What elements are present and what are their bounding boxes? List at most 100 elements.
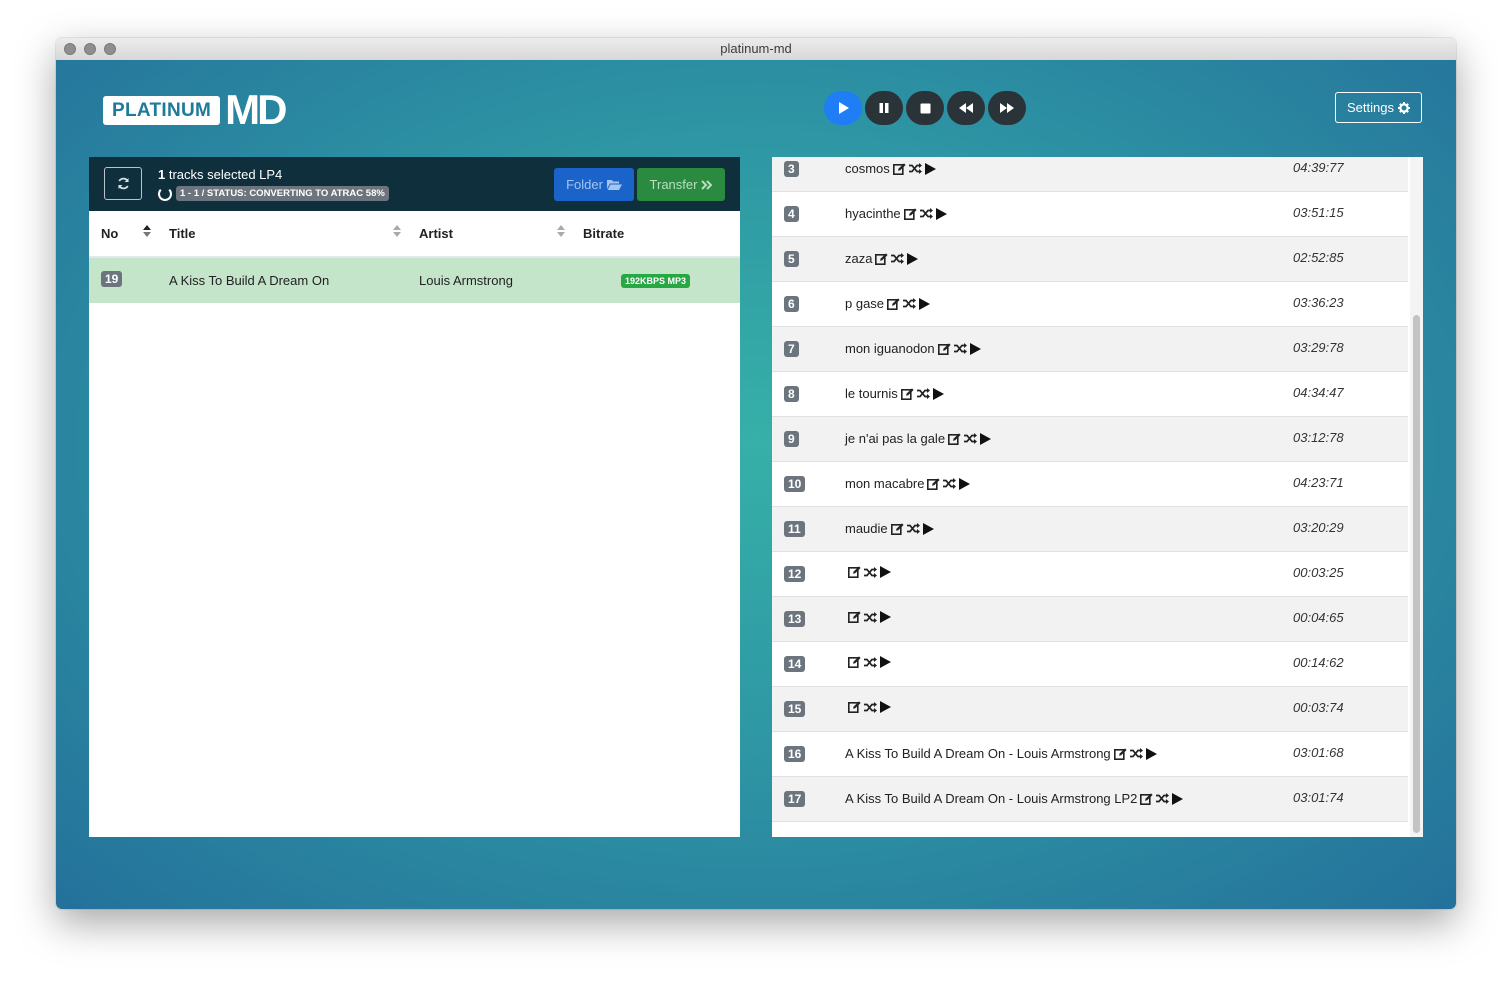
edit-icon[interactable] (848, 656, 861, 668)
sort-icon[interactable] (393, 225, 401, 237)
track-row[interactable]: 3 cosmos 04:39:77 (772, 157, 1408, 192)
play-track-icon[interactable] (924, 162, 936, 175)
track-artist: Louis Armstrong (419, 273, 513, 288)
column-no[interactable]: No (101, 226, 118, 241)
play-track-icon[interactable] (880, 656, 891, 668)
edit-icon[interactable] (900, 387, 914, 400)
play-track-icon[interactable] (1172, 792, 1184, 805)
fast-forward-button[interactable] (988, 91, 1026, 125)
track-row[interactable]: 9 je n'ai pas la gale 03:12:78 (772, 417, 1408, 462)
track-number-badge: 13 (784, 611, 806, 627)
track-row[interactable]: 12 00:03:25 (772, 552, 1408, 597)
shuffle-icon[interactable] (903, 298, 917, 309)
track-row[interactable]: 16 A Kiss To Build A Dream On - Louis Arm… (772, 732, 1408, 777)
track-row[interactable]: 11 maudie 03:20:29 (772, 507, 1408, 552)
shuffle-icon[interactable] (953, 343, 967, 354)
refresh-button[interactable] (104, 167, 142, 200)
track-title: A Kiss To Build A Dream On - Louis Armst… (845, 746, 1111, 761)
shuffle-icon[interactable] (908, 163, 922, 174)
shuffle-icon[interactable] (906, 523, 920, 534)
track-number-badge: 12 (784, 566, 806, 582)
track-duration: 03:51:15 (1293, 205, 1344, 220)
scrollbar-thumb[interactable] (1413, 315, 1420, 833)
shuffle-icon[interactable] (943, 478, 957, 489)
play-track-icon[interactable] (907, 252, 919, 265)
play-track-icon[interactable] (922, 522, 934, 535)
column-title[interactable]: Title (169, 226, 196, 241)
track-actions (875, 252, 919, 265)
folder-button[interactable]: Folder (554, 168, 634, 201)
edit-icon[interactable] (887, 297, 900, 310)
conversion-status: 1 - 1 / STATUS: CONVERTING TO ATRAC 58% (158, 186, 389, 201)
play-track-icon[interactable] (880, 701, 891, 713)
shuffle-icon[interactable] (891, 253, 905, 264)
shuffle-icon[interactable] (864, 701, 877, 713)
stop-button[interactable] (906, 91, 944, 125)
play-track-icon[interactable] (980, 432, 992, 445)
edit-icon[interactable] (937, 342, 951, 355)
edit-icon[interactable] (848, 566, 861, 578)
shuffle-icon[interactable] (1156, 793, 1170, 804)
edit-icon[interactable] (927, 477, 941, 490)
track-actions (1140, 792, 1184, 805)
edit-icon[interactable] (903, 207, 917, 220)
play-track-icon[interactable] (880, 566, 891, 578)
app-content: PLATINUM MD Settings 1 tracks selected L… (56, 60, 1456, 909)
play-track-icon[interactable] (1145, 747, 1157, 760)
table-row[interactable]: 19 A Kiss To Build A Dream On Louis Arms… (89, 258, 740, 303)
edit-icon[interactable] (948, 432, 961, 445)
sort-asc-icon[interactable] (143, 225, 151, 237)
track-title: je n'ai pas la gale (845, 431, 946, 446)
track-actions (848, 701, 891, 713)
track-row[interactable]: 6 p gase 03:36:23 (772, 282, 1408, 327)
edit-icon[interactable] (1113, 747, 1127, 760)
edit-icon[interactable] (848, 611, 861, 623)
sort-icon[interactable] (557, 225, 565, 237)
shuffle-icon[interactable] (864, 656, 877, 668)
track-row[interactable]: 5 zaza 02:52:85 (772, 237, 1408, 282)
transfer-label: Transfer (649, 177, 698, 192)
track-row[interactable]: 7 mon iguanodon 03:29:78 (772, 327, 1408, 372)
play-track-icon[interactable] (959, 477, 971, 490)
shuffle-icon[interactable] (916, 388, 930, 399)
play-button[interactable] (824, 91, 862, 125)
column-artist[interactable]: Artist (419, 226, 453, 241)
settings-button[interactable]: Settings (1335, 92, 1422, 123)
shuffle-icon[interactable] (864, 611, 877, 623)
gear-icon (1397, 101, 1410, 114)
track-row[interactable]: 4 hyacinthe 03:51:15 (772, 192, 1408, 237)
conversion-toolbar: 1 tracks selected LP4 1 - 1 / STATUS: CO… (89, 157, 740, 211)
track-row[interactable]: 13 00:04:65 (772, 597, 1408, 642)
play-track-icon[interactable] (919, 297, 931, 310)
track-row[interactable]: 17 A Kiss To Build A Dream On - Louis Arm… (772, 777, 1408, 822)
play-track-icon[interactable] (932, 387, 944, 400)
track-row[interactable]: 8 le tournis 04:34:47 (772, 372, 1408, 417)
shuffle-icon[interactable] (1129, 748, 1143, 759)
play-track-icon[interactable] (935, 207, 947, 220)
edit-icon[interactable] (848, 701, 861, 713)
scrollbar[interactable] (1410, 157, 1423, 837)
shuffle-icon[interactable] (864, 566, 877, 578)
shuffle-icon[interactable] (919, 208, 933, 219)
edit-icon[interactable] (1140, 792, 1154, 805)
edit-icon[interactable] (875, 252, 889, 265)
track-actions (887, 297, 931, 310)
transfer-button[interactable]: Transfer (637, 168, 725, 201)
stop-icon (920, 103, 930, 113)
edit-icon[interactable] (890, 522, 904, 535)
track-row[interactable]: 14 00:14:62 (772, 642, 1408, 687)
play-track-icon[interactable] (880, 611, 891, 623)
column-bitrate[interactable]: Bitrate (583, 226, 624, 241)
play-track-icon[interactable] (969, 342, 981, 355)
pause-button[interactable] (865, 91, 903, 125)
track-row[interactable]: 10 mon macabre 04:23:71 (772, 462, 1408, 507)
settings-label: Settings (1347, 100, 1394, 115)
track-row[interactable]: 15 00:03:74 (772, 687, 1408, 732)
logo-md: MD (225, 86, 287, 133)
edit-icon[interactable] (892, 162, 906, 175)
play-icon (839, 102, 849, 114)
track-number-badge: 6 (784, 296, 799, 312)
track-number-badge: 7 (784, 341, 799, 357)
shuffle-icon[interactable] (964, 433, 978, 444)
rewind-button[interactable] (947, 91, 985, 125)
